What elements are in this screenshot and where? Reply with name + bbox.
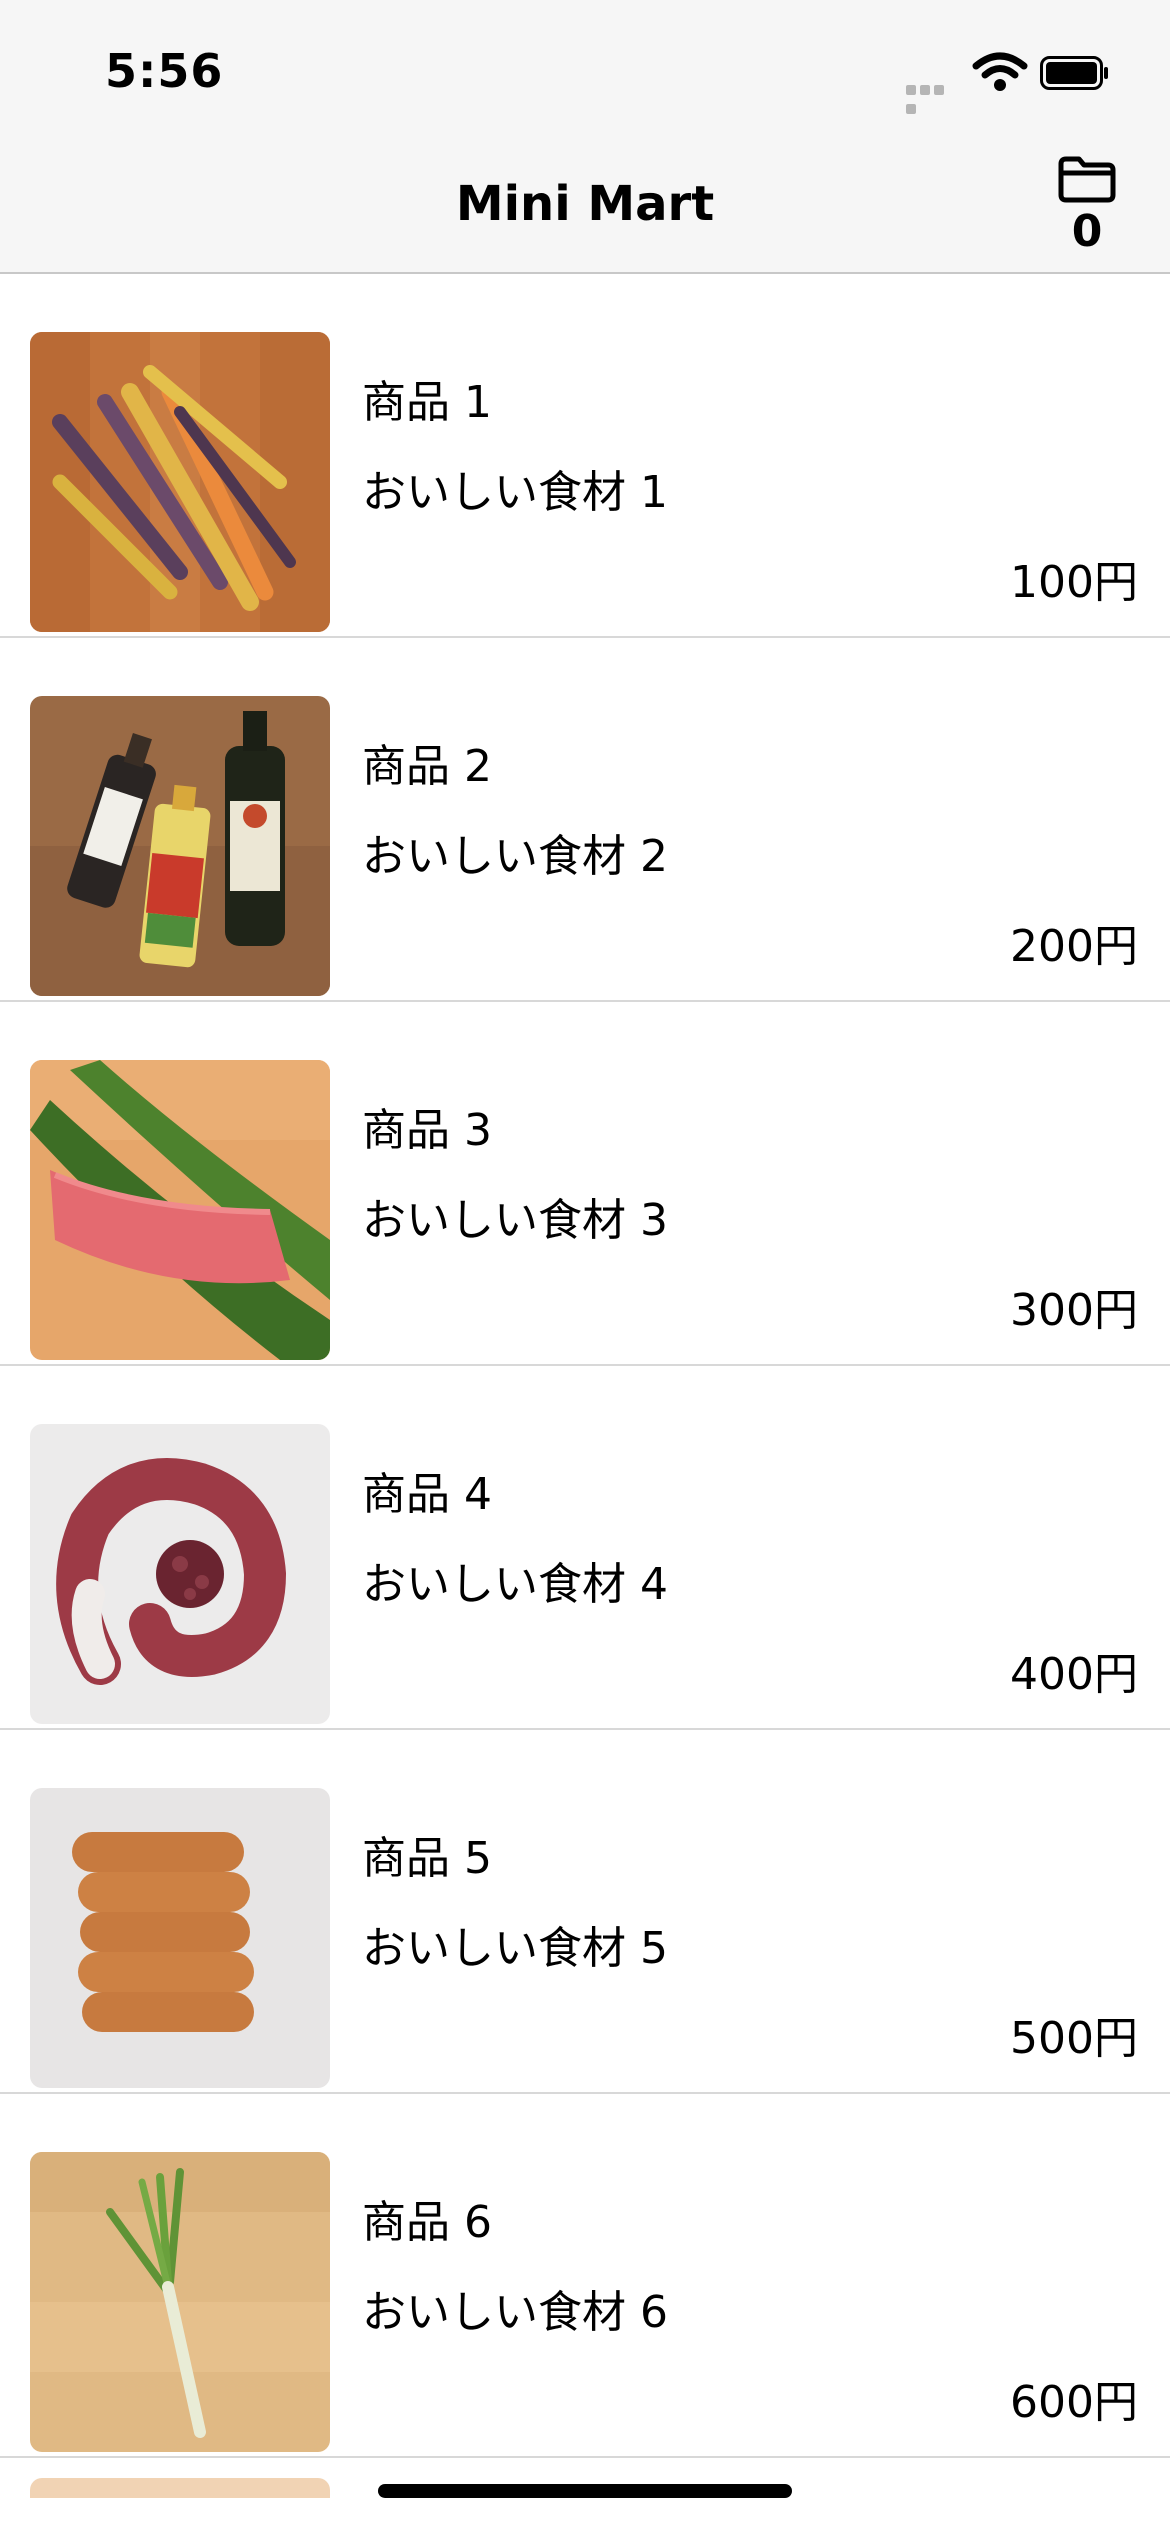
product-name: 商品 6 — [362, 2197, 492, 2248]
product-image-sausages — [30, 1788, 330, 2088]
cart-button[interactable]: 0 — [1050, 154, 1124, 264]
product-image-green-onion — [30, 2152, 330, 2452]
product-row[interactable]: 商品 1 おいしい食材 1 100円 — [0, 274, 1170, 638]
product-description: おいしい食材 2 — [362, 831, 668, 882]
page-title: Mini Mart — [455, 176, 715, 232]
product-name: 商品 2 — [362, 741, 492, 792]
status-time: 5:56 — [105, 44, 224, 98]
product-price: 500円 — [1010, 2013, 1138, 2064]
wifi-icon — [972, 52, 1028, 92]
product-name: 商品 4 — [362, 1469, 492, 1520]
product-price: 600円 — [1010, 2377, 1138, 2428]
status-bar: 5:56 — [0, 0, 1170, 140]
product-name: 商品 1 — [362, 377, 492, 428]
product-price: 300円 — [1010, 1285, 1138, 1336]
product-description: おいしい食材 6 — [362, 2287, 668, 2338]
product-description: おいしい食材 3 — [362, 1195, 668, 1246]
product-name: 商品 5 — [362, 1833, 492, 1884]
product-image-carrots — [30, 332, 330, 632]
product-image-oil-bottles — [30, 696, 330, 996]
product-row[interactable]: 商品 4 おいしい食材 4 400円 — [0, 1366, 1170, 1730]
product-image-partial — [30, 2478, 330, 2498]
product-image-octopus — [30, 1424, 330, 1724]
product-description: おいしい食材 1 — [362, 467, 668, 518]
product-price: 400円 — [1010, 1649, 1138, 1700]
battery-icon — [1040, 56, 1110, 90]
product-row[interactable]: 商品 2 おいしい食材 2 200円 — [0, 638, 1170, 1002]
folder-icon — [1058, 156, 1116, 203]
product-description: おいしい食材 5 — [362, 1923, 668, 1974]
home-indicator[interactable] — [378, 2484, 792, 2498]
cellular-signal-icon — [906, 80, 960, 114]
cart-count: 0 — [1071, 206, 1103, 257]
product-price: 100円 — [1010, 557, 1138, 608]
product-row[interactable]: 商品 5 おいしい食材 5 500円 — [0, 1730, 1170, 2094]
product-image-tuna — [30, 1060, 330, 1360]
product-row[interactable]: 商品 3 おいしい食材 3 300円 — [0, 1002, 1170, 1366]
product-price: 200円 — [1010, 921, 1138, 972]
product-name: 商品 3 — [362, 1105, 492, 1156]
product-description: おいしい食材 4 — [362, 1559, 668, 1610]
product-list[interactable]: 商品 1 おいしい食材 1 100円 商品 2 おいしい食材 2 200円 商品… — [0, 274, 1170, 2498]
product-row[interactable]: 商品 6 おいしい食材 6 600円 — [0, 2094, 1170, 2458]
navigation-bar: Mini Mart 0 — [0, 140, 1170, 274]
